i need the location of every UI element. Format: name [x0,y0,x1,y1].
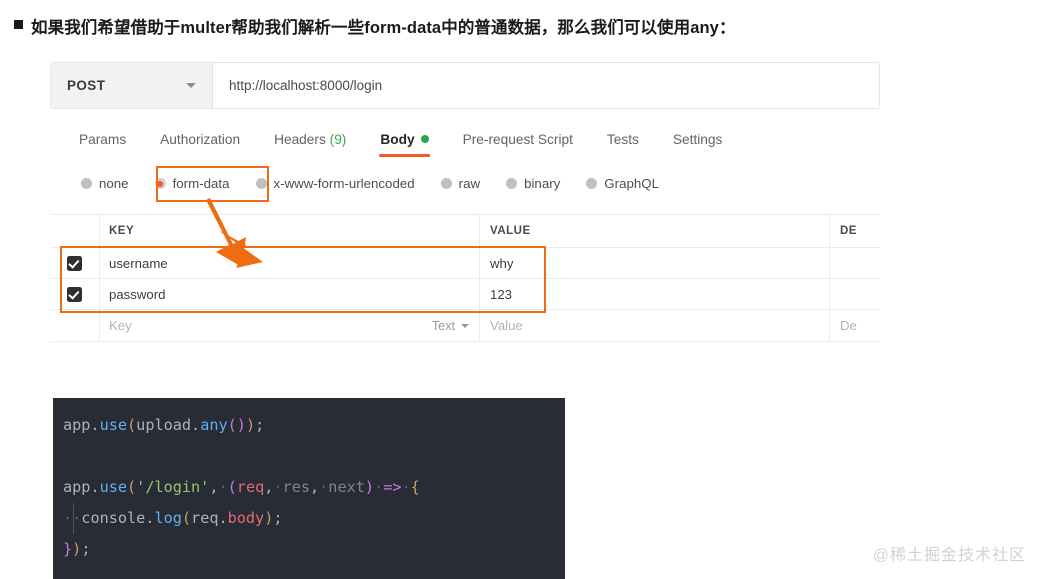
table-row[interactable]: password 123 [50,279,880,310]
code-block: app.use(upload.any()); app.use('/login',… [53,398,565,579]
body-type-form-data[interactable]: form-data [142,170,243,197]
placeholder-key-text: Key [109,318,132,333]
form-data-table: KEY VALUE DE username why password 123 K… [50,214,880,342]
watermark: @稀土掘金技术社区 [872,547,1026,564]
code-line-4: ··console.log(req.body); [63,509,283,527]
row-value-cell[interactable]: why [480,248,830,278]
row-checkbox-cell[interactable] [50,279,100,309]
tab-label: Authorization [160,132,241,147]
row-type-label: Text [431,318,455,333]
row-key-text: username [109,255,168,271]
tab-settings[interactable]: Settings [656,128,739,157]
header-description-label: DE [840,225,857,237]
chevron-down-icon [461,323,469,328]
placeholder-description-text: De [840,318,857,333]
row-value-cell[interactable]: 123 [480,279,830,309]
row-value-text: why [490,255,514,271]
body-type-none[interactable]: none [68,170,142,197]
heading-text: 如果我们希望借助于multer帮助我们解析一些form-data中的普通数据，那… [31,19,736,37]
placeholder-description-cell[interactable]: De [830,310,880,341]
body-type-label: form-data [172,176,230,191]
placeholder-key-cell[interactable]: Key Text [100,310,480,341]
code-line-1: app.use(upload.any()); [63,416,265,434]
header-cell-description: DE [830,215,880,247]
table-placeholder-row[interactable]: Key Text Value De [50,310,880,341]
http-method-select[interactable]: POST [51,63,213,108]
row-key-cell[interactable]: password [100,279,480,309]
row-description-cell[interactable] [830,279,880,309]
tab-body[interactable]: Body [363,128,445,157]
url-input[interactable]: http://localhost:8000/login [213,63,879,108]
body-type-label: GraphQL [604,176,659,191]
body-type-x-www-form-urlencoded[interactable]: x-www-form-urlencoded [243,170,428,197]
checkbox-checked-icon[interactable] [67,286,82,302]
headers-count: (9) [329,132,347,147]
body-type-label: binary [524,176,561,191]
tab-label: Pre-request Script [462,132,573,147]
checkbox-checked-icon[interactable] [67,255,82,271]
body-type-graphql[interactable]: GraphQL [573,170,672,197]
table-row[interactable]: username why [50,248,880,279]
code-line-3: app.use('/login',·(req,·res,·next)·=>·{ [63,478,420,496]
tab-label: Headers [274,132,326,147]
postman-request-panel: POST http://localhost:8000/login Params … [50,62,880,375]
radio-icon [81,178,92,189]
tab-label: Body [380,132,415,147]
tab-authorization[interactable]: Authorization [143,128,257,157]
request-url-bar: POST http://localhost:8000/login [50,62,880,109]
placeholder-value-text: Value [490,318,523,333]
header-value-label: VALUE [490,225,531,237]
tab-headers[interactable]: Headers (9) [257,128,363,157]
row-key-text: password [109,286,166,302]
tab-label: Params [79,132,127,147]
tab-tests[interactable]: Tests [590,128,656,157]
chevron-down-icon [186,83,196,88]
body-type-label: raw [458,176,481,191]
green-dot-icon [420,135,429,143]
page-heading: 如果我们希望借助于multer帮助我们解析一些form-data中的普通数据，那… [14,14,736,38]
body-type-radio-group: none form-data x-www-form-urlencoded raw… [68,170,672,197]
body-type-raw[interactable]: raw [428,170,493,197]
http-method-label: POST [67,78,106,93]
tab-label: Settings [672,132,723,147]
radio-icon [440,178,452,189]
table-header-row: KEY VALUE DE [50,215,880,248]
row-type-select[interactable]: Text [432,319,469,333]
row-value-text: 123 [490,286,513,302]
header-cell-key: KEY [100,215,480,247]
placeholder-checkbox-cell[interactable] [50,310,100,341]
placeholder-value-cell[interactable]: Value [480,310,830,341]
url-text: http://localhost:8000/login [229,78,383,93]
body-type-binary[interactable]: binary [493,170,573,197]
tab-params[interactable]: Params [62,128,143,157]
radio-icon [255,178,267,189]
bullet-square-icon [14,20,23,29]
row-description-cell[interactable] [830,248,880,278]
tab-pre-request-script[interactable]: Pre-request Script [446,128,590,157]
row-checkbox-cell[interactable] [50,248,100,278]
body-type-label: none [99,176,129,191]
header-cell-value: VALUE [480,215,830,247]
request-tabs: Params Authorization Headers (9) Body Pr… [62,128,739,157]
header-key-label: KEY [109,225,135,237]
radio-selected-icon [154,178,166,189]
indent-guide-line [73,503,74,534]
code-line-5: }); [63,540,91,558]
row-key-cell[interactable]: username [100,248,480,278]
body-type-label: x-www-form-urlencoded [273,176,415,191]
header-cell-check [50,215,100,247]
radio-icon [586,178,598,189]
radio-icon [506,178,518,189]
tab-label: Tests [606,132,639,147]
